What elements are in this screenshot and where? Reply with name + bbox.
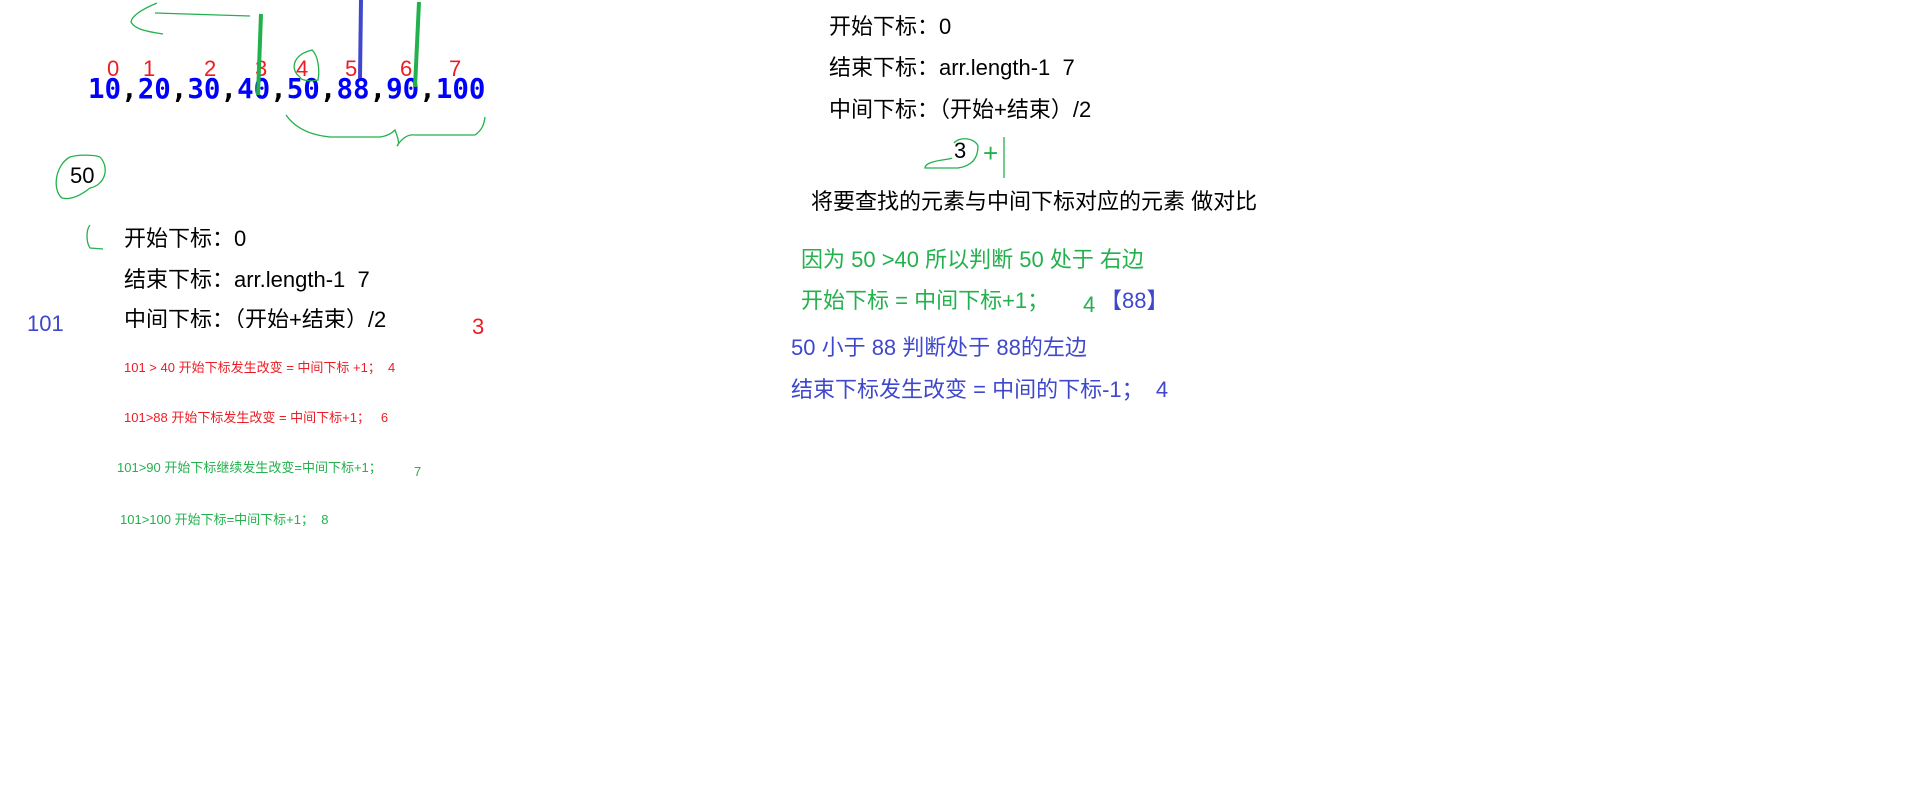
left-arrow-icon: [130, 2, 251, 35]
array-value: 20: [137, 73, 171, 105]
right-mid-result: 3: [954, 138, 967, 163]
new-value: 【88】: [1100, 288, 1169, 313]
mid-marker-line: [358, 0, 363, 79]
left-start-index: 开始下标：0: [124, 226, 247, 251]
right-start-index: 开始下标：0: [829, 14, 952, 39]
comma: ,: [220, 73, 238, 105]
array-value: 40: [237, 73, 271, 105]
circle-around-mid-result: [924, 138, 979, 169]
comma: ,: [319, 73, 337, 105]
comma: ,: [170, 73, 188, 105]
target-value: 50: [70, 163, 95, 188]
left-mid-index: 中间下标：（开始+结束）/2: [124, 307, 387, 329]
right-end-index: 结束下标：arr.length-1 7: [829, 55, 1075, 80]
new-start-index: 4: [1083, 292, 1096, 317]
array-value: 100: [435, 73, 486, 105]
brace-icon: [285, 114, 486, 147]
step-line: 101 > 40 开始下标发生改变 = 中间下标 +1； 4: [124, 360, 396, 375]
comma: ,: [121, 73, 138, 105]
step-line: 101>100 开始下标=中间下标+1； 8: [120, 512, 329, 527]
comma: ,: [369, 73, 387, 105]
array-value: 30: [187, 73, 221, 105]
array-text: 10,20,30,40,50,88,90,100: [88, 73, 486, 105]
blue-note-1: 50 小于 88 判断处于 88的左边: [791, 335, 1087, 360]
comma: ,: [270, 73, 287, 105]
step-result: 7: [414, 464, 422, 479]
search-value: 101: [27, 311, 64, 336]
plus-sign: +: [983, 138, 999, 168]
step-line: 101>90 开始下标继续发生改变=中间下标+1；: [117, 460, 382, 475]
array-value: 88: [336, 73, 370, 105]
mid-result: 3: [472, 314, 485, 339]
left-end-index: 结束下标：arr.length-1 7: [124, 267, 370, 292]
comma: ,: [419, 73, 436, 105]
right-mid-index: 中间下标：（开始+结束）/2: [829, 97, 1092, 122]
small-bracket-stroke: [86, 224, 104, 250]
green-note-1: 因为 50 >40 所以判断 50 处于 右边: [801, 247, 1144, 272]
blue-note-2: 结束下标发生改变 = 中间的下标-1； 4: [791, 377, 1169, 402]
compare-instruction: 将要查找的元素与中间下标对应的元素 做对比: [811, 189, 1258, 214]
array-value: 10: [88, 73, 122, 105]
left-mid-clip: 中间下标：（开始+结束）/2: [124, 306, 444, 329]
array-value: 50: [286, 73, 320, 105]
step-line: 101>88 开始下标发生改变 = 中间下标+1； 6: [124, 410, 389, 425]
array-value: 90: [386, 73, 420, 105]
green-note-2: 开始下标 = 中间下标+1；: [801, 288, 1050, 313]
